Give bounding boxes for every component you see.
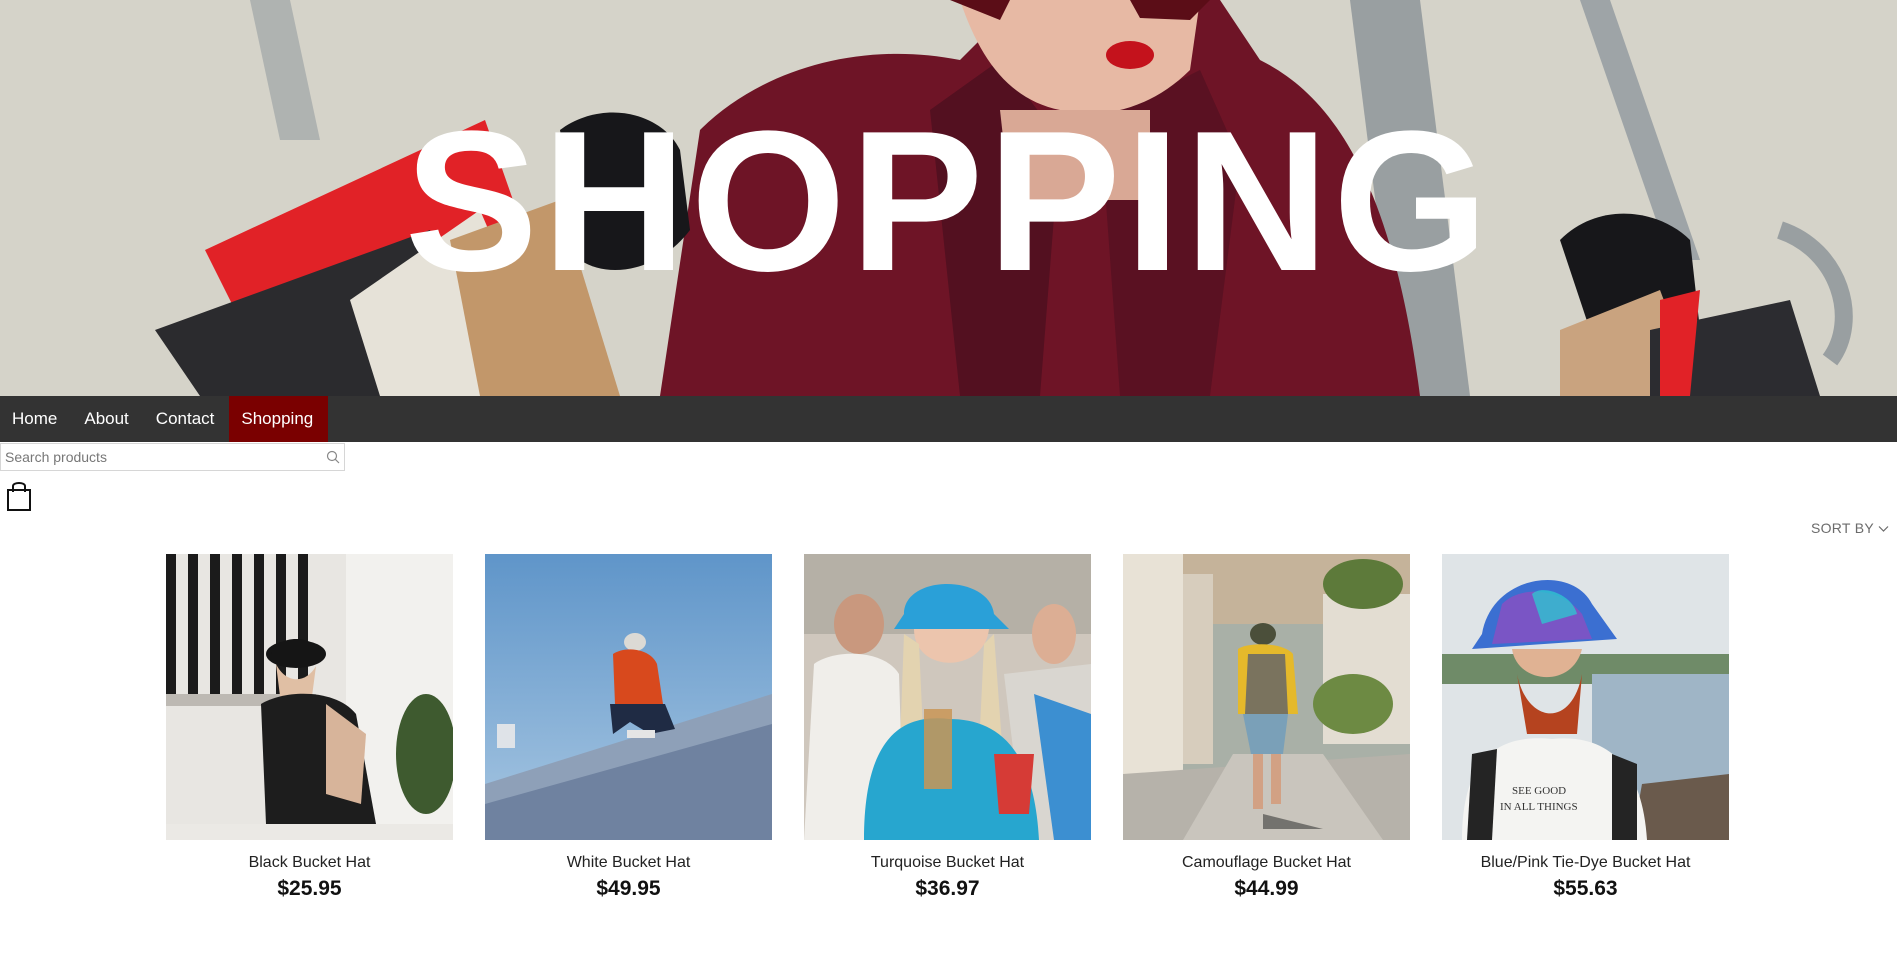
product-card[interactable]: White Bucket Hat $49.95 bbox=[485, 554, 772, 901]
nav-item-home[interactable]: Home bbox=[0, 396, 72, 442]
hero-title: SHOPPING bbox=[404, 90, 1493, 313]
product-image[interactable] bbox=[166, 554, 453, 840]
product-card[interactable]: Black Bucket Hat $25.95 bbox=[166, 554, 453, 901]
search-box bbox=[0, 443, 345, 471]
chevron-down-icon bbox=[1878, 520, 1889, 536]
main-nav: Home About Contact Shopping bbox=[0, 396, 1897, 442]
nav-item-contact[interactable]: Contact bbox=[144, 396, 230, 442]
product-grid: Black Bucket Hat $25.95 White Bucket Hat… bbox=[166, 554, 1729, 901]
shopping-bag-icon[interactable] bbox=[5, 480, 33, 512]
product-name[interactable]: Blue/Pink Tie-Dye Bucket Hat bbox=[1442, 854, 1729, 872]
product-name[interactable]: White Bucket Hat bbox=[485, 854, 772, 872]
nav-item-about[interactable]: About bbox=[72, 396, 143, 442]
product-price: $55.63 bbox=[1553, 877, 1618, 900]
product-name[interactable]: Camouflage Bucket Hat bbox=[1123, 854, 1410, 872]
nav-item-shopping[interactable]: Shopping bbox=[229, 396, 329, 442]
svg-text:SEE GOOD: SEE GOOD bbox=[1512, 785, 1566, 797]
product-price: $44.99 bbox=[1234, 877, 1299, 900]
product-price: $36.97 bbox=[915, 877, 980, 900]
product-image[interactable]: SEE GOOD IN ALL THINGS bbox=[1442, 554, 1729, 840]
search-input[interactable] bbox=[1, 445, 322, 469]
product-name[interactable]: Turquoise Bucket Hat bbox=[804, 854, 1091, 872]
product-price: $25.95 bbox=[277, 877, 342, 900]
product-card[interactable]: Camouflage Bucket Hat $44.99 bbox=[1123, 554, 1410, 901]
sort-dropdown[interactable]: SORT BY bbox=[1811, 520, 1889, 536]
product-card[interactable]: Turquoise Bucket Hat $36.97 bbox=[804, 554, 1091, 901]
product-name[interactable]: Black Bucket Hat bbox=[166, 854, 453, 872]
svg-text:IN ALL THINGS: IN ALL THINGS bbox=[1500, 801, 1578, 813]
product-image[interactable] bbox=[804, 554, 1091, 840]
sort-label: SORT BY bbox=[1810, 520, 1874, 536]
product-image[interactable] bbox=[1123, 554, 1410, 840]
hero-banner: SHOPPING bbox=[0, 0, 1897, 396]
product-price: $49.95 bbox=[596, 877, 661, 900]
product-image[interactable] bbox=[485, 554, 772, 840]
search-icon[interactable] bbox=[322, 446, 344, 468]
product-card[interactable]: SEE GOOD IN ALL THINGS Blue/Pink Tie-Dye… bbox=[1442, 554, 1729, 901]
